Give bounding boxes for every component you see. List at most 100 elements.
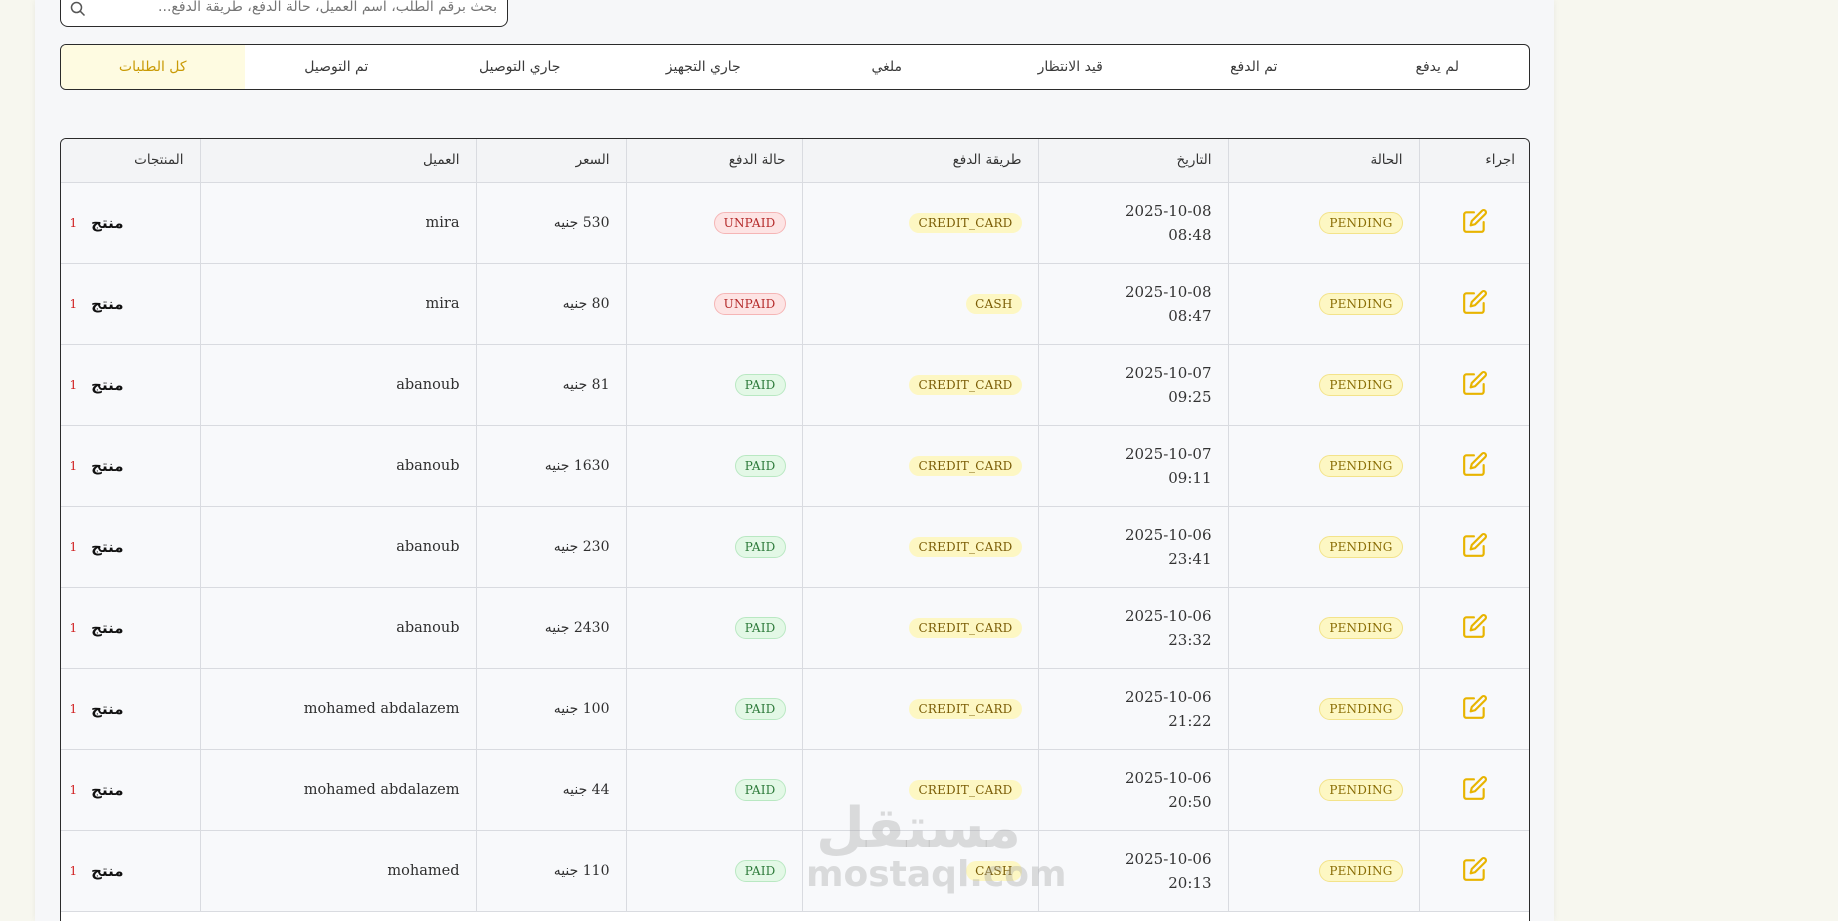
search-bar <box>60 0 508 27</box>
payment-status-badge: PAID <box>734 535 786 558</box>
col-header-products: المنتجات <box>61 139 200 183</box>
col-header-status[interactable]: الحالة <box>1227 139 1419 183</box>
action-cell <box>1418 344 1529 426</box>
product-label[interactable]: منتج <box>91 700 123 718</box>
price-cell: 81 جنيه <box>475 344 626 426</box>
status-badge: PENDING <box>1319 616 1403 639</box>
action-cell <box>1418 830 1529 912</box>
order-time: 09:25 <box>1168 387 1212 406</box>
table-row[interactable]: PENDING 2025-10-06 21:22 CREDIT_CARD PAID… <box>61 668 1529 750</box>
edit-icon[interactable] <box>1462 289 1488 315</box>
tab-all-orders[interactable]: كل الطلبات <box>61 45 245 89</box>
product-label[interactable]: منتج <box>91 295 123 313</box>
tab-pending[interactable]: قيد الانتظار <box>979 45 1163 89</box>
orders-table-container: اجراء الحالة التاريخ طريقة الدفع حالة ال… <box>60 138 1530 921</box>
table-row[interactable]: PENDING 2025-10-08 08:48 CREDIT_CARD UNPA… <box>61 182 1529 264</box>
product-count: 1 <box>69 539 78 554</box>
order-date: 2025-10-06 <box>1125 687 1212 706</box>
payment-method-badge: CREDIT_CARD <box>909 212 1022 233</box>
product-label[interactable]: منتج <box>91 376 123 394</box>
payment-status-cell: PAID <box>625 344 802 426</box>
customer-cell: abanoub <box>199 425 476 507</box>
status-cell: PENDING <box>1227 506 1419 588</box>
tab-delivered[interactable]: تم التوصيل <box>245 45 429 89</box>
price-cell: 2430 جنيه <box>475 587 626 669</box>
table-row[interactable]: PENDING 2025-10-06 23:41 CREDIT_CARD PAID… <box>61 506 1529 588</box>
edit-icon[interactable] <box>1462 775 1488 801</box>
date-cell: 2025-10-06 20:13 <box>1037 830 1228 912</box>
payment-method-badge: CASH <box>966 860 1022 881</box>
payment-status-cell: PAID <box>625 749 802 831</box>
table-header-row: اجراء الحالة التاريخ طريقة الدفع حالة ال… <box>61 139 1529 183</box>
col-header-customer[interactable]: العميل <box>199 139 476 183</box>
customer-cell: mira <box>199 263 476 345</box>
payment-method-cell: CREDIT_CARD <box>801 749 1038 831</box>
table-row[interactable]: PENDING 2025-10-06 20:13 CASH PAID 110 جن… <box>61 830 1529 912</box>
status-badge: PENDING <box>1319 454 1403 477</box>
payment-method-cell: CREDIT_CARD <box>801 344 1038 426</box>
products-cell: 1 منتج <box>61 344 200 426</box>
price-cell: 230 جنيه <box>475 506 626 588</box>
search-input[interactable] <box>95 0 507 19</box>
status-badge: PENDING <box>1319 292 1403 315</box>
col-header-price[interactable]: السعر <box>475 139 626 183</box>
product-count: 1 <box>69 377 78 392</box>
payment-status-badge: PAID <box>734 859 786 882</box>
edit-icon[interactable] <box>1462 532 1488 558</box>
products-cell: 1 منتج <box>61 425 200 507</box>
order-date: 2025-10-06 <box>1125 849 1212 868</box>
table-row[interactable]: PENDING 2025-10-06 23:32 CREDIT_CARD PAID… <box>61 587 1529 669</box>
products-cell: 1 منتج <box>61 263 200 345</box>
products-cell: 1 منتج <box>61 830 200 912</box>
orders-table: اجراء الحالة التاريخ طريقة الدفع حالة ال… <box>61 139 1529 912</box>
col-header-date[interactable]: التاريخ <box>1037 139 1228 183</box>
table-row[interactable]: PENDING 2025-10-06 20:50 CREDIT_CARD PAID… <box>61 749 1529 831</box>
price-cell: 1630 جنيه <box>475 425 626 507</box>
payment-status-badge: PAID <box>734 697 786 720</box>
table-row[interactable]: PENDING 2025-10-07 09:11 CREDIT_CARD PAID… <box>61 425 1529 507</box>
product-count: 1 <box>69 215 78 230</box>
col-header-payment-status[interactable]: حالة الدفع <box>625 139 802 183</box>
edit-icon[interactable] <box>1462 208 1488 234</box>
table-row[interactable]: PENDING 2025-10-07 09:25 CREDIT_CARD PAID… <box>61 344 1529 426</box>
customer-cell: mohamed abdalazem <box>199 749 476 831</box>
tab-preparing[interactable]: جاري التجهيز <box>612 45 796 89</box>
tab-cancelled[interactable]: ملغي <box>795 45 979 89</box>
product-label[interactable]: منتج <box>91 457 123 475</box>
order-time: 08:48 <box>1168 225 1212 244</box>
order-time: 23:41 <box>1168 549 1212 568</box>
edit-icon[interactable] <box>1462 451 1488 477</box>
product-label[interactable]: منتج <box>91 862 123 880</box>
product-label[interactable]: منتج <box>91 538 123 556</box>
edit-icon[interactable] <box>1462 856 1488 882</box>
payment-status-badge: PAID <box>734 616 786 639</box>
col-header-payment-method[interactable]: طريقة الدفع <box>801 139 1038 183</box>
payment-method-cell: CREDIT_CARD <box>801 506 1038 588</box>
customer-cell: mohamed <box>199 830 476 912</box>
orders-table-body: PENDING 2025-10-08 08:48 CREDIT_CARD UNPA… <box>61 182 1529 912</box>
tab-unpaid[interactable]: لم يدفع <box>1346 45 1530 89</box>
customer-cell: abanoub <box>199 587 476 669</box>
edit-icon[interactable] <box>1462 613 1488 639</box>
customer-cell: mohamed abdalazem <box>199 668 476 750</box>
edit-icon[interactable] <box>1462 370 1488 396</box>
customer-cell: mira <box>199 182 476 264</box>
products-cell: 1 منتج <box>61 668 200 750</box>
product-label[interactable]: منتج <box>91 619 123 637</box>
payment-method-cell: CASH <box>801 263 1038 345</box>
status-badge: PENDING <box>1319 697 1403 720</box>
product-label[interactable]: منتج <box>91 781 123 799</box>
payment-status-cell: PAID <box>625 587 802 669</box>
status-cell: PENDING <box>1227 830 1419 912</box>
payment-status-cell: UNPAID <box>625 263 802 345</box>
product-label[interactable]: منتج <box>91 214 123 232</box>
search-icon[interactable] <box>61 0 95 26</box>
payment-status-cell: PAID <box>625 668 802 750</box>
tab-paid[interactable]: تم الدفع <box>1162 45 1346 89</box>
edit-icon[interactable] <box>1462 694 1488 720</box>
status-badge: PENDING <box>1319 859 1403 882</box>
table-row[interactable]: PENDING 2025-10-08 08:47 CASH UNPAID 80 ج… <box>61 263 1529 345</box>
tab-shipping[interactable]: جاري التوصيل <box>428 45 612 89</box>
payment-method-cell: CREDIT_CARD <box>801 587 1038 669</box>
status-cell: PENDING <box>1227 263 1419 345</box>
